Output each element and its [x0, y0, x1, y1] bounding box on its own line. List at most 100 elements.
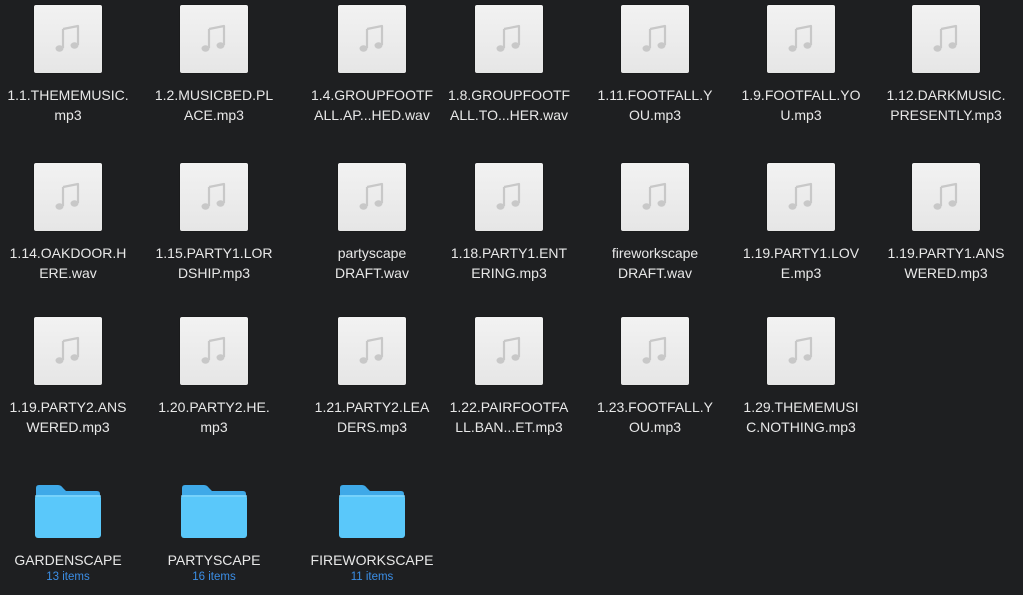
folder-name-label: GARDENSCAPE	[14, 552, 122, 568]
file-item[interactable]: 1.20.PARTY2.HE. mp3	[144, 317, 284, 437]
file-name-line2: ACE.mp3	[184, 107, 244, 123]
file-item[interactable]: 1.11.FOOTFALL.Y OU.mp3	[585, 5, 725, 125]
file-name-label: partyscape DRAFT.wav	[302, 243, 442, 283]
file-name-line2: DRAFT.wav	[335, 265, 409, 281]
file-name-line2: ALL.TO...HER.wav	[449, 107, 568, 123]
file-name-line1: 1.4.GROUPFOOTF	[310, 87, 434, 103]
file-item[interactable]: fireworkscape DRAFT.wav	[585, 163, 725, 283]
music-note-icon	[34, 5, 102, 73]
file-name-line2: OU.mp3	[628, 107, 682, 123]
music-note-icon	[621, 5, 689, 73]
file-name-line1: 1.29.THEMEMUSI	[743, 399, 859, 415]
music-note-icon	[767, 5, 835, 73]
file-name-line2: LL.BAN...ET.mp3	[455, 419, 563, 435]
folder-icon	[32, 472, 104, 540]
file-name-line2: ALL.AP...HED.wav	[314, 107, 430, 123]
music-note-icon	[767, 163, 835, 231]
file-name-label: 1.8.GROUPFOOTF ALL.TO...HER.wav	[439, 85, 579, 125]
file-item[interactable]: 1.21.PARTY2.LEA DERS.mp3	[302, 317, 442, 437]
file-name-line1: 1.19.PARTY1.LOV	[742, 245, 860, 261]
music-note-icon	[180, 5, 248, 73]
file-name-label: 1.19.PARTY1.ANS WERED.mp3	[876, 243, 1016, 283]
file-name-label: fireworkscape DRAFT.wav	[585, 243, 725, 283]
file-name-line1: 1.20.PARTY2.HE.	[158, 399, 270, 415]
music-note-icon	[338, 5, 406, 73]
file-item[interactable]: 1.12.DARKMUSIC. PRESENTLY.mp3	[876, 5, 1016, 125]
folder-item[interactable]: PARTYSCAPE 16 items	[144, 472, 284, 584]
folder-item-count: 13 items	[46, 571, 90, 583]
file-name-line1: 1.2.MUSICBED.PL	[154, 87, 274, 103]
file-item[interactable]: 1.2.MUSICBED.PL ACE.mp3	[144, 5, 284, 125]
file-item[interactable]: 1.14.OAKDOOR.H ERE.wav	[0, 163, 138, 283]
music-note-icon	[338, 317, 406, 385]
file-name-label: 1.23.FOOTFALL.Y OU.mp3	[585, 397, 725, 437]
music-note-icon	[912, 5, 980, 73]
file-name-line1: 1.1.THEMEMUSIC.	[7, 87, 129, 103]
file-item[interactable]: 1.19.PARTY2.ANS WERED.mp3	[0, 317, 138, 437]
file-name-line1: partyscape	[337, 245, 407, 261]
file-name-label: 1.19.PARTY1.LOV E.mp3	[731, 243, 871, 283]
folder-name-label: PARTYSCAPE	[167, 552, 261, 568]
file-name-label: 1.1.THEMEMUSIC. mp3	[0, 85, 138, 125]
file-item[interactable]: 1.1.THEMEMUSIC. mp3	[0, 5, 138, 125]
file-item[interactable]: 1.22.PAIRFOOTFA LL.BAN...ET.mp3	[439, 317, 579, 437]
file-name-line2: E.mp3	[780, 265, 822, 281]
music-note-icon	[767, 317, 835, 385]
file-item[interactable]: 1.19.PARTY1.LOV E.mp3	[731, 163, 871, 283]
file-name-line1: 1.19.PARTY2.ANS	[9, 399, 127, 415]
file-item[interactable]: 1.15.PARTY1.LOR DSHIP.mp3	[144, 163, 284, 283]
folder-icon	[178, 472, 250, 540]
file-name-label: 1.2.MUSICBED.PL ACE.mp3	[144, 85, 284, 125]
music-note-icon	[338, 163, 406, 231]
file-item[interactable]: partyscape DRAFT.wav	[302, 163, 442, 283]
music-note-icon	[180, 163, 248, 231]
folder-item[interactable]: FIREWORKSCAPE 11 items	[302, 472, 442, 584]
file-name-label: 1.11.FOOTFALL.Y OU.mp3	[585, 85, 725, 125]
file-name-label: 1.29.THEMEMUSI C.NOTHING.mp3	[731, 397, 871, 437]
file-name-label: 1.9.FOOTFALL.YO U.mp3	[731, 85, 871, 125]
file-name-label: 1.14.OAKDOOR.H ERE.wav	[0, 243, 138, 283]
file-name-line1: 1.19.PARTY1.ANS	[887, 245, 1005, 261]
file-name-label: 1.19.PARTY2.ANS WERED.mp3	[0, 397, 138, 437]
file-name-label: 1.4.GROUPFOOTF ALL.AP...HED.wav	[302, 85, 442, 125]
file-name-line1: 1.15.PARTY1.LOR	[155, 245, 273, 261]
file-name-line2: WERED.mp3	[904, 265, 988, 281]
file-item[interactable]: 1.8.GROUPFOOTF ALL.TO...HER.wav	[439, 5, 579, 125]
file-name-line1: 1.14.OAKDOOR.H	[9, 245, 127, 261]
file-name-line2: OU.mp3	[628, 419, 682, 435]
folder-item[interactable]: GARDENSCAPE 13 items	[0, 472, 138, 584]
file-item[interactable]: 1.18.PARTY1.ENT ERING.mp3	[439, 163, 579, 283]
music-note-icon	[475, 317, 543, 385]
music-note-icon	[475, 5, 543, 73]
folder-item-count: 11 items	[350, 571, 394, 583]
file-name-line2: mp3	[54, 107, 82, 123]
file-name-line2: C.NOTHING.mp3	[746, 419, 856, 435]
file-name-line2: PRESENTLY.mp3	[890, 107, 1002, 123]
file-name-label: 1.15.PARTY1.LOR DSHIP.mp3	[144, 243, 284, 283]
file-name-line1: 1.11.FOOTFALL.Y	[597, 87, 713, 103]
file-item[interactable]: 1.23.FOOTFALL.Y OU.mp3	[585, 317, 725, 437]
file-item[interactable]: 1.4.GROUPFOOTF ALL.AP...HED.wav	[302, 5, 442, 125]
folder-item-count: 16 items	[192, 571, 236, 583]
music-note-icon	[621, 163, 689, 231]
file-name-line1: 1.18.PARTY1.ENT	[450, 245, 568, 261]
file-name-label: 1.20.PARTY2.HE. mp3	[144, 397, 284, 437]
file-name-line2: DERS.mp3	[336, 419, 408, 435]
file-name-line2: ERING.mp3	[471, 265, 547, 281]
file-item[interactable]: 1.29.THEMEMUSI C.NOTHING.mp3	[731, 317, 871, 437]
music-note-icon	[34, 317, 102, 385]
file-item[interactable]: 1.9.FOOTFALL.YO U.mp3	[731, 5, 871, 125]
folder-name-label: FIREWORKSCAPE	[310, 552, 434, 568]
file-name-line1: 1.12.DARKMUSIC.	[886, 87, 1006, 103]
file-name-line2: DRAFT.wav	[618, 265, 692, 281]
file-name-line2: WERED.mp3	[26, 419, 110, 435]
file-name-label: 1.22.PAIRFOOTFA LL.BAN...ET.mp3	[439, 397, 579, 437]
file-name-line1: fireworkscape	[611, 245, 699, 261]
file-name-line2: ERE.wav	[39, 265, 97, 281]
music-note-icon	[621, 317, 689, 385]
music-note-icon	[180, 317, 248, 385]
file-name-line1: 1.23.FOOTFALL.Y	[597, 399, 713, 415]
file-name-label: 1.21.PARTY2.LEA DERS.mp3	[302, 397, 442, 437]
file-name-line1: 1.21.PARTY2.LEA	[314, 399, 430, 415]
file-item[interactable]: 1.19.PARTY1.ANS WERED.mp3	[876, 163, 1016, 283]
